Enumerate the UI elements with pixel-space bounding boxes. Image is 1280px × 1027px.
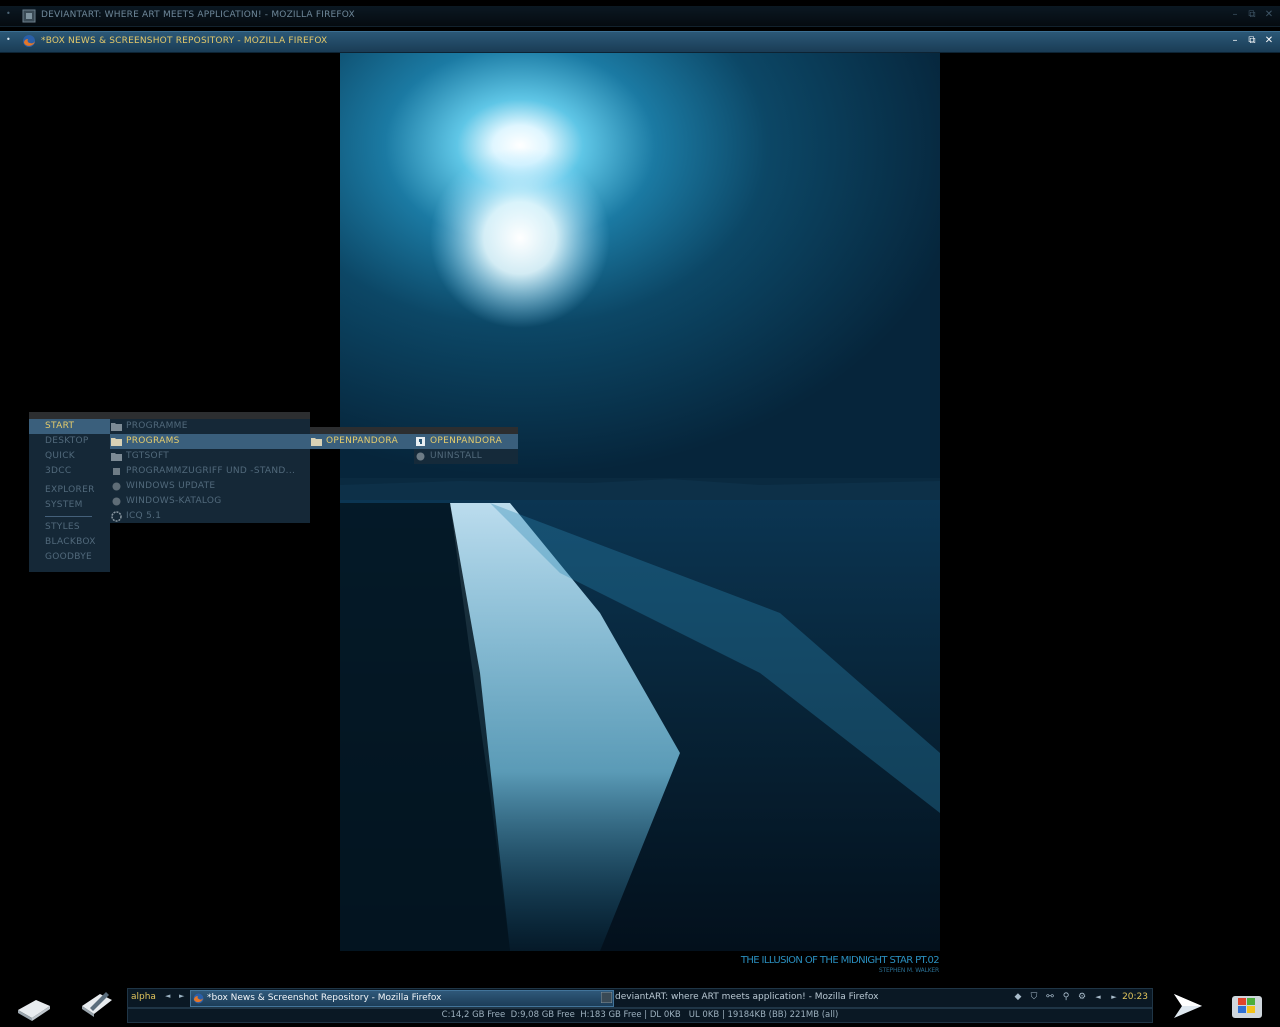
folder-icon — [111, 451, 122, 462]
menu-header — [110, 412, 310, 419]
menu-item-desktop[interactable]: DESKTOP — [29, 434, 110, 449]
search-tool-icon[interactable]: ⚲ — [1060, 991, 1072, 1003]
programs-submenu: OPENPANDORA — [310, 427, 414, 449]
wallpaper-image — [340, 53, 940, 951]
menu-item-system[interactable]: SYSTEM — [29, 498, 110, 513]
windows-update-icon — [111, 481, 122, 492]
menu-item-icq[interactable]: ICQ 5.1 — [110, 509, 310, 524]
menu-item-tgtsoft[interactable]: TGTSOFT — [110, 449, 310, 464]
firefox-icon — [22, 34, 36, 48]
tray-prev-arrow-icon[interactable]: ◄ — [1092, 991, 1104, 1003]
menu-item-3dcc[interactable]: 3DCC — [29, 464, 110, 479]
windows-catalog-icon — [111, 496, 122, 507]
maximize-button[interactable]: ⧉ — [1247, 36, 1257, 46]
firefox-icon — [193, 993, 204, 1004]
menu-header — [310, 427, 414, 434]
close-button[interactable]: ✕ — [1264, 36, 1274, 46]
drive-icon[interactable] — [14, 988, 54, 1024]
menu-item-quick[interactable]: QUICK — [29, 449, 110, 464]
system-tray: ◆ ⛉ ⚯ ⚲ ⚙ ◄ ► — [1012, 991, 1120, 1003]
menu-item-goodbye[interactable]: GOODBYE — [29, 550, 110, 565]
notepad-icon[interactable] — [76, 986, 116, 1022]
icq-flower-icon — [111, 511, 122, 522]
task-box-news[interactable]: *box News & Screenshot Repository - Mozi… — [190, 990, 614, 1007]
folder-icon — [311, 436, 322, 447]
root-menu: START DESKTOP QUICK 3DCC EXPLORER SYSTEM… — [29, 412, 110, 572]
menu-item-programs[interactable]: PROGRAMS — [110, 434, 310, 449]
menu-separator — [29, 513, 110, 520]
network-icon[interactable]: ⚯ — [1044, 991, 1056, 1003]
menu-item-explorer[interactable]: EXPLORER — [29, 483, 110, 498]
maximize-button[interactable]: ⧉ — [1247, 10, 1257, 20]
taskbar: alpha ◄ ► *box News & Screenshot Reposit… — [127, 988, 1153, 1008]
menu-item-program-access[interactable]: PROGRAMMZUGRIFF UND -STAND... — [110, 464, 310, 479]
menu-item-blackbox[interactable]: BLACKBOX — [29, 535, 110, 550]
wallpaper-caption-author: STEPHEN M. WALKER — [878, 967, 939, 974]
window-title: DEVIANTART: WHERE ART MEETS APPLICATION!… — [41, 10, 355, 20]
windows-logo-icon[interactable] — [1228, 988, 1268, 1024]
clock[interactable]: 20:23 — [1122, 992, 1148, 1002]
menu-item-styles[interactable]: STYLES — [29, 520, 110, 535]
active-window-titlebar[interactable]: • *BOX NEWS & SCREENSHOT REPOSITORY - MO… — [0, 31, 1280, 53]
close-button[interactable]: ✕ — [1264, 10, 1274, 20]
window-menu-bullet[interactable]: • — [6, 35, 11, 44]
deviantart-app-icon — [22, 9, 36, 23]
inactive-window-titlebar[interactable]: • DEVIANTART: WHERE ART MEETS APPLICATIO… — [0, 6, 1280, 27]
forward-arrow-icon[interactable] — [1168, 988, 1208, 1024]
uninstall-icon — [415, 451, 426, 462]
workspace-next-button[interactable]: ► — [179, 992, 184, 1000]
window-menu-bullet[interactable]: • — [6, 9, 11, 18]
minimize-button[interactable]: – — [1230, 36, 1240, 46]
menu-item-start[interactable]: START — [29, 419, 110, 434]
openpandora-submenu: OPENPANDORA UNINSTALL — [414, 427, 518, 464]
system-status-bar: C:14,2 GB Free D:9,08 GB Free H:183 GB F… — [127, 1008, 1153, 1023]
workspace-label[interactable]: alpha — [131, 992, 156, 1002]
workspace-prev-button[interactable]: ◄ — [165, 992, 170, 1000]
openpandora-app-icon — [415, 436, 426, 447]
wallpaper-caption-title: THE ILLUSION OF THE MIDNIGHT STAR Pt.02 — [740, 955, 940, 966]
menu-item-windows-catalog[interactable]: WINDOWS-KATALOG — [110, 494, 310, 509]
menu-header — [414, 427, 518, 434]
shortcut-icon — [111, 466, 122, 477]
shield-icon[interactable]: ⛉ — [1028, 991, 1040, 1003]
arrow-icon[interactable]: ◆ — [1012, 991, 1024, 1003]
menu-item-windows-update[interactable]: WINDOWS UPDATE — [110, 479, 310, 494]
menu-item-uninstall[interactable]: UNINSTALL — [414, 449, 518, 464]
tray-next-arrow-icon[interactable]: ► — [1108, 991, 1120, 1003]
deviantart-app-icon — [600, 991, 613, 1004]
settings-icon[interactable]: ⚙ — [1076, 991, 1088, 1003]
window-title: *BOX NEWS & SCREENSHOT REPOSITORY - MOZI… — [41, 36, 328, 46]
menu-header — [29, 412, 110, 419]
status-text: C:14,2 GB Free D:9,08 GB Free H:183 GB F… — [441, 1010, 839, 1020]
menu-item-openpandora-folder[interactable]: OPENPANDORA — [310, 434, 414, 449]
task-deviantart[interactable]: deviantART: where ART meets application!… — [599, 990, 995, 1005]
minimize-button[interactable]: – — [1230, 10, 1240, 20]
start-submenu: PROGRAMME PROGRAMS TGTSOFT PROGRAMMZUGRI… — [110, 412, 310, 523]
menu-item-programme[interactable]: PROGRAMME — [110, 419, 310, 434]
menu-item-openpandora-app[interactable]: OPENPANDORA — [414, 434, 518, 449]
folder-icon — [111, 421, 122, 432]
folder-icon — [111, 436, 122, 447]
